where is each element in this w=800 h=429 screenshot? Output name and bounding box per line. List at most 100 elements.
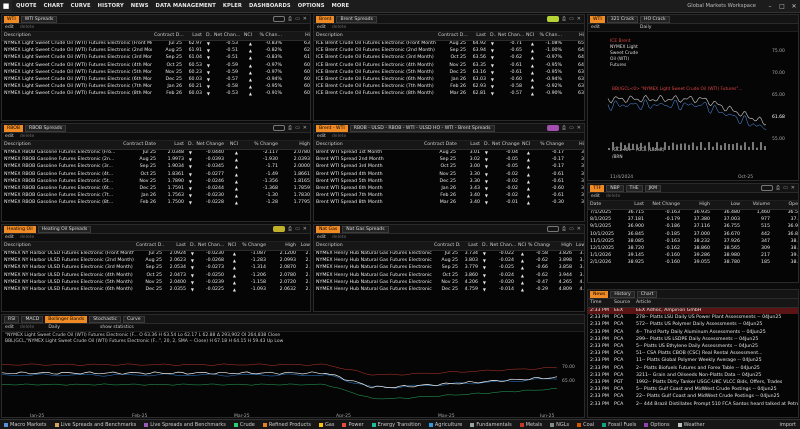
column-header[interactable]: % Change bbox=[532, 141, 566, 150]
print-icon[interactable]: ⎙ bbox=[288, 16, 292, 22]
tab-p1[interactable]: WTI bbox=[4, 15, 19, 23]
column-header[interactable]: Net Change bbox=[194, 141, 226, 150]
workspace-tab[interactable]: Options bbox=[640, 422, 673, 428]
table-row[interactable]: NYMEX RBOB Gasoline Futures Electronic (… bbox=[2, 192, 310, 199]
column-header[interactable]: Description bbox=[314, 141, 422, 150]
column-header[interactable]: Description bbox=[314, 242, 432, 251]
column-header[interactable]: Volume bbox=[742, 201, 772, 210]
tab-p5-spreads[interactable]: Heating Oil Spreads bbox=[37, 225, 92, 233]
column-header[interactable]: Last bbox=[458, 141, 482, 150]
column-header[interactable]: Hi bbox=[566, 141, 584, 150]
column-header[interactable]: Low bbox=[712, 201, 742, 210]
column-header[interactable]: NCI bbox=[524, 32, 536, 41]
link-color-chip[interactable] bbox=[547, 226, 560, 232]
column-header[interactable]: Last bbox=[164, 242, 188, 251]
column-header[interactable]: Source bbox=[612, 299, 634, 308]
maximize-panel-icon[interactable]: ▭ bbox=[783, 185, 788, 191]
table-row[interactable]: 8/1/2025 37.181 -0.179 37.380 37.003 977 37. bbox=[588, 216, 798, 223]
menu-curve[interactable]: CURVE bbox=[71, 3, 91, 9]
column-header[interactable]: Ope bbox=[772, 201, 798, 210]
column-header[interactable]: Time bbox=[588, 299, 612, 308]
close-panel-icon[interactable]: ✕ bbox=[791, 185, 795, 191]
edit-button[interactable]: edit bbox=[5, 235, 14, 240]
edit-button[interactable]: edit bbox=[317, 25, 326, 30]
edit-button[interactable]: edit bbox=[5, 25, 14, 30]
link-color-chip[interactable] bbox=[547, 16, 560, 22]
news-row[interactable]: 2:33 PM PCA 51-- CSA Platts CBOB (CSC) Rea… bbox=[588, 350, 798, 357]
interval-select[interactable]: Daily bbox=[48, 325, 60, 330]
table-row[interactable]: ICE Brent Crude Oil Futures Electronic (… bbox=[314, 69, 584, 76]
column-header[interactable]: High bbox=[268, 242, 298, 251]
table-row[interactable]: 7/1/2025 36.715 -0.163 36.935 36.480 1,460 36.… bbox=[588, 209, 798, 216]
table-row[interactable]: NYMEX Light Sweet Crude Oil (WTI) Future… bbox=[2, 40, 310, 47]
edit-button[interactable]: edit bbox=[591, 194, 600, 199]
workspace-tab[interactable]: Live Spreads and Benchmarks bbox=[140, 422, 230, 428]
table-row[interactable]: NYMEX NY Harbor ULSD Futures Electronic … bbox=[2, 272, 310, 279]
tab-chart[interactable]: Chart bbox=[636, 290, 658, 298]
tab-p2[interactable]: Brent bbox=[316, 15, 335, 23]
maximize-panel-icon[interactable]: ▭ bbox=[569, 16, 574, 22]
chart-edit-button[interactable]: edit bbox=[5, 325, 14, 330]
maximize-panel-icon[interactable]: ▭ bbox=[295, 125, 300, 131]
table-row[interactable]: Brent WTI Spread 3rd Month Oct 25 3.00 ▼ -0.… bbox=[314, 163, 584, 170]
column-header[interactable]: High bbox=[550, 242, 574, 251]
column-header[interactable]: D... bbox=[188, 242, 196, 251]
column-header[interactable]: NCI bbox=[240, 32, 254, 41]
link-color-chip[interactable] bbox=[273, 226, 286, 232]
workspace-tab[interactable]: Coal bbox=[573, 422, 598, 428]
menu-news[interactable]: NEWS bbox=[131, 3, 149, 9]
workspace-tab[interactable]: Fundamentals bbox=[466, 422, 515, 428]
link-color-chip[interactable] bbox=[547, 125, 560, 131]
tab-ttf-extra[interactable]: JKM bbox=[644, 184, 662, 192]
table-row[interactable]: NYMEX Henry Hub Natural Gas Futures Elec… bbox=[314, 279, 584, 286]
news-row[interactable]: 2:33 PM PCA 11-- Platts Global Polymer Wee… bbox=[588, 357, 798, 364]
column-header[interactable]: NCI bbox=[520, 141, 532, 150]
column-header[interactable]: Contract D... bbox=[436, 32, 468, 41]
print-icon[interactable]: ⎙ bbox=[288, 226, 292, 232]
tab-ho-crack[interactable]: HO Crack bbox=[640, 15, 670, 23]
table-row[interactable]: NYMEX Light Sweet Crude Oil (WTI) Future… bbox=[2, 76, 310, 83]
print-icon[interactable]: ⎙ bbox=[288, 125, 292, 131]
news-row[interactable]: 2:33 PM PCA 299-- Platts US LSDPE Daily As… bbox=[588, 336, 798, 343]
mini-interval-select[interactable]: Daily bbox=[640, 25, 652, 30]
tab-p4[interactable]: Brent - WTI bbox=[316, 124, 348, 132]
close-panel-icon[interactable]: ✕ bbox=[577, 16, 581, 22]
column-header[interactable]: Net Chan... bbox=[488, 242, 516, 251]
table-row[interactable]: 2/1/2026 38.925 -0.160 39.055 38.780 185 38. bbox=[588, 259, 798, 266]
minimize-icon[interactable]: – bbox=[764, 3, 776, 10]
tab-p2-spreads[interactable]: Brent Spreads bbox=[336, 15, 377, 23]
news-row[interactable]: 2:33 PM PCA 4-- Third Party Daily Aluminum… bbox=[588, 329, 798, 336]
column-header[interactable]: High bbox=[280, 141, 310, 150]
column-header[interactable]: D... bbox=[488, 32, 496, 41]
workspace-tab[interactable]: Live Spreads and Benchmarks bbox=[51, 422, 141, 428]
column-header[interactable]: Contract Date bbox=[120, 141, 158, 150]
column-header[interactable]: Net Change bbox=[490, 141, 520, 150]
close-panel-icon[interactable]: ✕ bbox=[303, 226, 307, 232]
table-row[interactable]: 10/1/2025 36.845 -0.185 37.000 36.670 442 36.8 bbox=[588, 231, 798, 238]
column-header[interactable]: % Change bbox=[240, 141, 280, 150]
table-row[interactable]: NYMEX RBOB Gasoline Futures Electronic (… bbox=[2, 185, 310, 192]
edit-button[interactable]: edit bbox=[317, 134, 326, 139]
workspace-tab[interactable]: Crude bbox=[230, 422, 259, 428]
table-row[interactable]: NYMEX NY Harbor ULSD Futures Electronic … bbox=[2, 286, 310, 293]
mini-edit-button[interactable]: edit bbox=[591, 25, 600, 30]
print-icon[interactable]: ⎙ bbox=[562, 226, 566, 232]
tab-p3[interactable]: RBOB bbox=[4, 124, 24, 132]
table-row[interactable]: NYMEX RBOB Gasoline Futures Electronic (… bbox=[2, 199, 310, 206]
menu-more[interactable]: MORE bbox=[332, 3, 350, 9]
tab-p6[interactable]: Nat Gas bbox=[316, 225, 341, 233]
menu-data-management[interactable]: DATA MANAGEMENT bbox=[156, 3, 216, 9]
edit-button[interactable]: edit bbox=[317, 235, 326, 240]
table-row[interactable]: Brent WTI Spread 7th Month Feb 26 3.40 ▼ -0.… bbox=[314, 192, 584, 199]
edit-button[interactable]: edit bbox=[5, 134, 14, 139]
table-row[interactable]: 1/1/2026 39.145 -0.160 39.286 38.980 217 39. bbox=[588, 252, 798, 259]
column-header[interactable]: Last bbox=[184, 32, 204, 41]
table-row[interactable]: NYMEX Light Sweet Crude Oil (WTI) Future… bbox=[2, 83, 310, 90]
news-row[interactable]: 2:33 PM PCA 278-- Platts LSU Daily US Powe… bbox=[588, 314, 798, 321]
column-header[interactable]: Low bbox=[574, 242, 584, 251]
column-header[interactable]: D... bbox=[480, 242, 488, 251]
table-row[interactable]: Brent WTI Spread 4th Month Nov 25 3.30 ▼ -0.… bbox=[314, 171, 584, 178]
delete-button[interactable]: delete bbox=[20, 235, 34, 240]
table-row[interactable]: NYMEX RBOB Gasoline Futures Electronic (… bbox=[2, 149, 310, 156]
table-row[interactable]: NYMEX NY Harbor ULSD Futures Electronic … bbox=[2, 250, 310, 257]
